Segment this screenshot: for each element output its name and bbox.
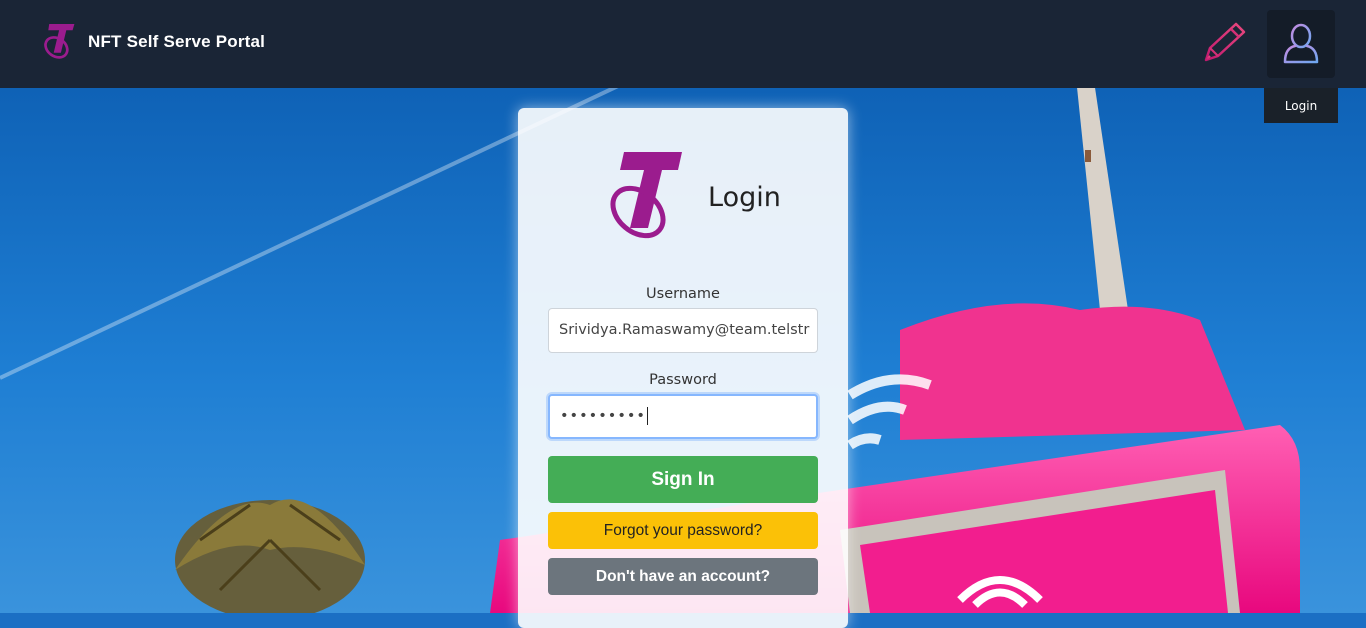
sign-in-button[interactable]: Sign In <box>548 456 818 503</box>
app-title: NFT Self Serve Portal <box>88 32 266 51</box>
forgot-password-button[interactable]: Forgot your password? <box>548 512 818 549</box>
login-card: Login Username Srividya.Ramaswamy@team.t… <box>518 108 848 628</box>
username-input[interactable]: Srividya.Ramaswamy@team.telstr <box>548 308 818 353</box>
pencil-icon <box>1204 22 1246 62</box>
user-icon <box>1283 23 1319 64</box>
login-button[interactable] <box>1267 10 1335 78</box>
login-title: Login <box>708 181 781 213</box>
edit-button[interactable] <box>1200 20 1248 66</box>
create-account-button[interactable]: Don't have an account? <box>548 558 818 595</box>
username-value: Srividya.Ramaswamy@team.telstr <box>559 322 810 338</box>
username-label: Username <box>646 286 720 302</box>
password-input[interactable]: ••••••••• <box>548 394 818 439</box>
telstra-logo-icon <box>610 152 682 239</box>
top-navbar: NFT Self Serve Portal <box>0 0 1366 88</box>
password-label: Password <box>649 372 717 388</box>
login-tooltip: Login <box>1264 88 1338 123</box>
telstra-logo-icon <box>44 24 75 59</box>
brand[interactable]: NFT Self Serve Portal <box>42 20 265 64</box>
text-cursor <box>646 407 648 425</box>
password-value: ••••••••• <box>560 408 646 424</box>
card-header: Login <box>604 148 781 246</box>
